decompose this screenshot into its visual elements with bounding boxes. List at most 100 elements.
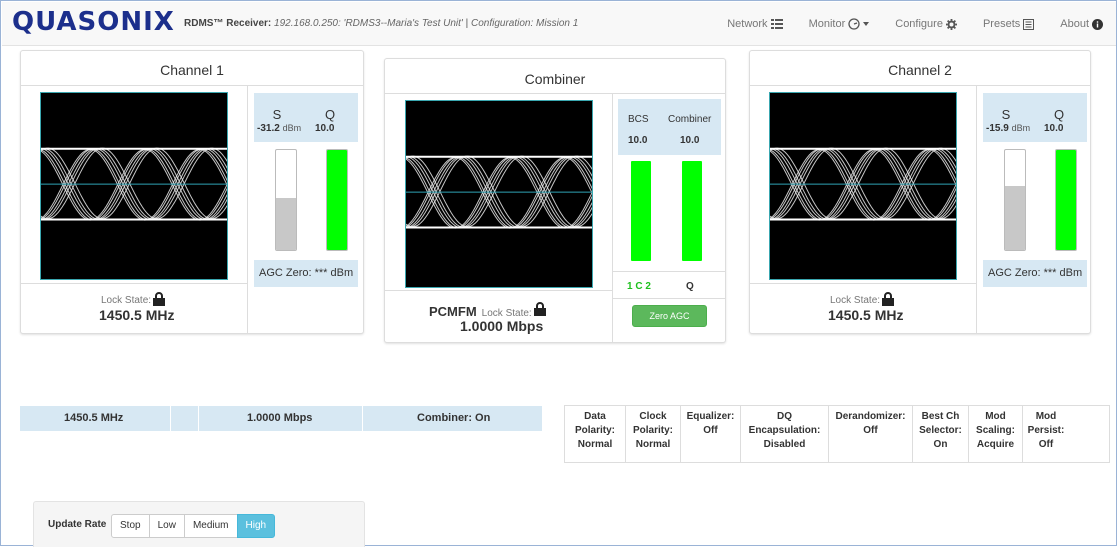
channel1-lock-state: Lock State: bbox=[101, 292, 166, 306]
channel1-s-number: -31.2 bbox=[257, 123, 280, 134]
nav-monitor-label: Monitor bbox=[808, 18, 846, 30]
status-bar: 1450.5 MHz 1.0000 Mbps Combiner: On bbox=[20, 406, 542, 431]
unit-address: 192.168.0.250: 'RDMS3--Maria's Test Unit… bbox=[274, 18, 463, 29]
parameter-table: Data Polarity: Normal Clock Polarity: No… bbox=[564, 405, 1110, 463]
bcs-label: BCS bbox=[628, 114, 649, 125]
channel2-frequency: 1450.5 MHz bbox=[828, 307, 904, 323]
bcs-gauge-fill bbox=[631, 161, 651, 261]
channel1-sq-box: S Q -31.2 dBm 10.0 bbox=[254, 93, 358, 142]
nav-monitor[interactable]: Monitor bbox=[796, 18, 883, 30]
combiner-mode: PCMFM bbox=[429, 304, 477, 319]
status-bitrate: 1.0000 Mbps bbox=[247, 412, 313, 424]
nav-network-label: Network bbox=[727, 18, 768, 30]
channel2-eye-diagram bbox=[769, 92, 957, 280]
lock-icon bbox=[153, 292, 166, 306]
param-clock-polarity: Clock Polarity: Normal bbox=[626, 406, 681, 462]
divider bbox=[750, 283, 976, 284]
update-rate-stop[interactable]: Stop bbox=[111, 514, 150, 538]
combiner-gauge-fill bbox=[682, 161, 702, 261]
param-line: DQ bbox=[777, 411, 792, 422]
channel2-q-label: Q bbox=[1053, 107, 1065, 122]
update-rate-high[interactable]: High bbox=[236, 514, 276, 538]
channel1-frequency: 1450.5 MHz bbox=[99, 307, 175, 323]
bcs-gauge bbox=[630, 160, 652, 262]
param-line: On bbox=[933, 439, 948, 450]
nav-about-label: About bbox=[1060, 18, 1089, 30]
channel2-agc-zero: AGC Zero: *** dBm bbox=[988, 267, 1083, 279]
combiner-eye-diagram bbox=[405, 100, 593, 288]
param-line: Mod bbox=[985, 411, 1006, 422]
combiner-gauge bbox=[681, 160, 703, 262]
status-frequency: 1450.5 MHz bbox=[64, 412, 124, 424]
param-line: Scaling: bbox=[976, 425, 1015, 436]
update-rate-medium[interactable]: Medium bbox=[183, 514, 238, 538]
nav-configure-label: Configure bbox=[895, 18, 943, 30]
channel1-lock-label: Lock State: bbox=[101, 295, 152, 306]
param-line: Encapsulation: bbox=[748, 425, 821, 436]
channel2-agc-box: AGC Zero: *** dBm bbox=[983, 260, 1087, 287]
update-rate-label: Update Rate bbox=[48, 519, 107, 530]
param-line: Selector: bbox=[919, 425, 962, 436]
configuration-label: Configuration: Mission 1 bbox=[471, 18, 579, 29]
nav-about[interactable]: About bbox=[1047, 18, 1116, 30]
channel2-q-gauge-fill bbox=[1056, 150, 1076, 250]
channel1-q-value: 10.0 bbox=[315, 123, 335, 134]
update-rate-low[interactable]: Low bbox=[148, 514, 185, 538]
channel1-eye-diagram bbox=[40, 92, 228, 280]
channel1-q-gauge-fill bbox=[327, 150, 347, 250]
bcs-value: 10.0 bbox=[628, 135, 648, 146]
combiner-panel: Combiner BCS Combiner 10.0 10.0 1 C 2 Q … bbox=[384, 58, 726, 343]
param-line: Off bbox=[863, 425, 878, 436]
nav-presets-label: Presets bbox=[982, 18, 1021, 30]
param-line: Best Ch bbox=[921, 411, 960, 422]
channel1-s-gauge-fill bbox=[276, 198, 296, 250]
combiner-channels-indicator: 1 C 2 bbox=[627, 281, 651, 292]
nav-menu: Network Monitor Configure Presets About bbox=[714, 2, 1116, 46]
combiner-value: 10.0 bbox=[680, 135, 700, 146]
app-frame: QUASONIX RDMS™ Receiver: 192.168.0.250: … bbox=[0, 0, 1117, 547]
param-line: Off bbox=[703, 425, 718, 436]
nav-network[interactable]: Network bbox=[714, 18, 795, 30]
param-line: Data bbox=[584, 411, 606, 422]
channel1-q-label: Q bbox=[324, 107, 336, 122]
param-data-polarity: Data Polarity: Normal bbox=[565, 406, 626, 462]
update-rate-panel: Update Rate Stop Low Medium High bbox=[33, 501, 365, 547]
param-line: Acquire bbox=[976, 439, 1015, 450]
status-combiner: Combiner: On bbox=[417, 412, 491, 424]
param-best-ch-selector: Best Ch Selector: On bbox=[913, 406, 969, 462]
param-line: Derandomizer: bbox=[835, 411, 906, 422]
param-line: Normal bbox=[577, 439, 613, 450]
channel2-q-gauge bbox=[1055, 149, 1077, 251]
nav-presets[interactable]: Presets bbox=[970, 18, 1047, 30]
param-mod-scaling: Mod Scaling: Acquire bbox=[969, 406, 1023, 462]
divider bbox=[750, 85, 1090, 86]
channel2-s-number: -15.9 bbox=[986, 123, 1009, 134]
channel2-lock-label: Lock State: bbox=[830, 295, 881, 306]
preset-list-icon bbox=[1023, 18, 1035, 30]
combiner-lock-state: PCMFM Lock State: bbox=[429, 302, 546, 319]
update-rate-group: Stop Low Medium High bbox=[111, 514, 276, 538]
lock-icon bbox=[533, 302, 546, 316]
combiner-title: Combiner bbox=[524, 71, 586, 87]
param-line: Equalizer: bbox=[686, 411, 735, 422]
channel2-sq-box: S Q -15.9 dBm 10.0 bbox=[983, 93, 1087, 142]
channel1-s-gauge bbox=[275, 149, 297, 251]
channel2-q-value: 10.0 bbox=[1044, 123, 1064, 134]
product-label: RDMS™ Receiver: bbox=[184, 18, 272, 29]
param-dq-encapsulation: DQ Encapsulation: Disabled bbox=[741, 406, 829, 462]
quasonix-logo[interactable]: QUASONIX bbox=[12, 7, 175, 37]
list-icon bbox=[770, 19, 783, 29]
nav-configure[interactable]: Configure bbox=[882, 18, 970, 30]
gear-icon bbox=[945, 18, 957, 30]
channel2-s-gauge-fill bbox=[1005, 186, 1025, 250]
zero-agc-button[interactable]: Zero AGC bbox=[632, 305, 707, 327]
channel2-panel: Channel 2 S Q -15.9 dBm 10.0 AGC Zero: *… bbox=[749, 50, 1091, 334]
divider bbox=[385, 290, 612, 291]
divider bbox=[247, 85, 248, 333]
param-line: Clock bbox=[639, 411, 667, 422]
channel2-s-unit: dBm bbox=[1011, 123, 1031, 133]
channel1-agc-zero: AGC Zero: *** dBm bbox=[259, 267, 354, 279]
caret-down-icon bbox=[863, 22, 870, 26]
divider bbox=[170, 406, 171, 431]
channel1-title: Channel 1 bbox=[160, 62, 224, 78]
